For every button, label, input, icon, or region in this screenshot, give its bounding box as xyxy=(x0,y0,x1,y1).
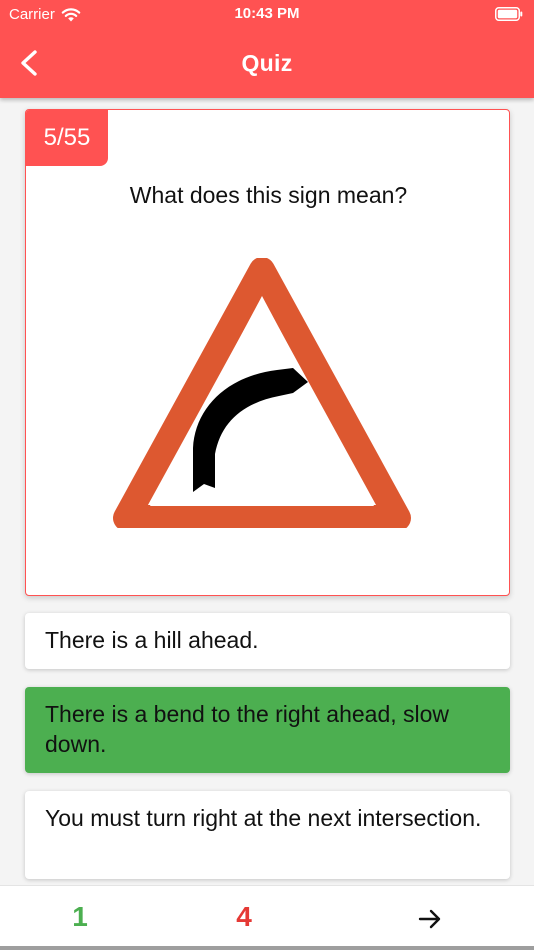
status-bar: Carrier 10:43 PM xyxy=(0,0,534,30)
bend-right-sign-image xyxy=(113,258,411,528)
question-counter-badge: 5/55 xyxy=(26,110,108,166)
answer-option-hill[interactable]: There is a hill ahead. xyxy=(25,613,510,669)
home-indicator xyxy=(0,946,534,950)
answer-option-label: There is a bend to the right ahead, slow… xyxy=(45,701,450,757)
next-question-button[interactable] xyxy=(414,904,446,934)
question-card: 5/55 What does this sign mean? xyxy=(25,109,510,596)
quiz-content: 5/55 What does this sign mean? There is … xyxy=(0,98,534,885)
question-text: What does this sign mean? xyxy=(129,182,408,208)
answer-option-label: You must turn right at the next intersec… xyxy=(45,805,482,831)
app-header: Carrier 10:43 PM Quiz xyxy=(0,0,534,98)
battery-icon xyxy=(495,7,523,21)
quiz-footer: 1 4 xyxy=(0,885,534,950)
answer-option-label: There is a hill ahead. xyxy=(45,627,259,653)
page-title: Quiz xyxy=(241,50,293,76)
wrong-answers-count: 4 xyxy=(236,901,252,932)
answer-option-bend-right-correct[interactable]: There is a bend to the right ahead, slow… xyxy=(25,687,510,773)
correct-answers-count: 1 xyxy=(72,901,88,932)
status-time: 10:43 PM xyxy=(234,5,300,22)
arrow-right-icon xyxy=(418,909,441,929)
answer-option-turn-right[interactable]: You must turn right at the next intersec… xyxy=(25,791,510,879)
